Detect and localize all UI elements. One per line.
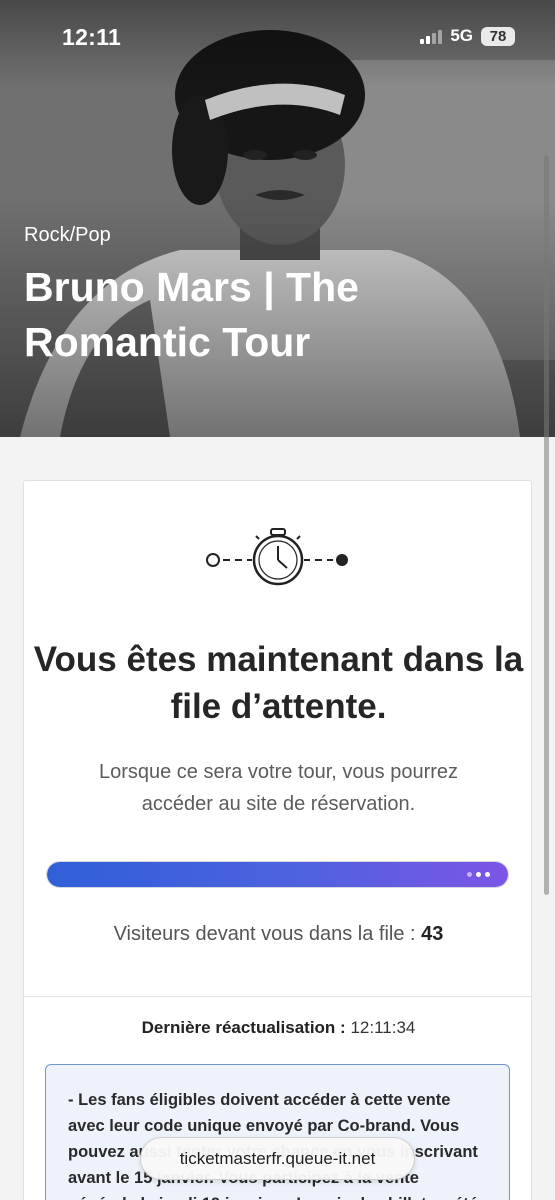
cellular-signal-icon (420, 28, 443, 44)
last-refresh: Dernière réactualisation : 12:11:34 (24, 1018, 533, 1038)
queue-progress-fill (47, 862, 508, 887)
queue-heading: Vous êtes maintenant dans la file d’atte… (33, 640, 524, 726)
status-indicators: 5G 78 (420, 26, 515, 46)
queue-progress-bar (46, 861, 509, 888)
browser-url-bar[interactable]: ticketmasterfr.queue-it.net (140, 1137, 415, 1180)
visitors-ahead-count: 43 (421, 923, 444, 945)
status-bar: 12:11 5G 78 (0, 0, 555, 72)
page-scrollbar[interactable] (544, 155, 549, 895)
card-divider (24, 996, 533, 997)
progress-activity-dots (467, 872, 490, 877)
network-type: 5G (450, 26, 473, 45)
visitors-ahead: Visiteurs devant vous dans la file : 43 (24, 923, 533, 946)
status-time: 12:11 (62, 24, 122, 50)
queue-card: Vous êtes maintenant dans la file d’atte… (23, 480, 533, 1200)
event-genre: Rock/Pop (24, 224, 111, 246)
event-title: Bruno Mars | The Romantic Tour (24, 264, 359, 365)
stopwatch-icon (206, 528, 348, 586)
queue-description: Lorsque ce sera votre tour, vous pourrez… (98, 761, 459, 815)
battery-icon: 78 (481, 26, 515, 46)
last-refresh-time: 12:11:34 (350, 1018, 416, 1037)
visitors-ahead-label: Visiteurs devant vous dans la file : (113, 923, 416, 945)
event-hero: 12:11 5G 78 Rock/Pop Bruno Mars | The Ro… (0, 0, 555, 437)
last-refresh-label: Dernière réactualisation : (141, 1018, 346, 1037)
